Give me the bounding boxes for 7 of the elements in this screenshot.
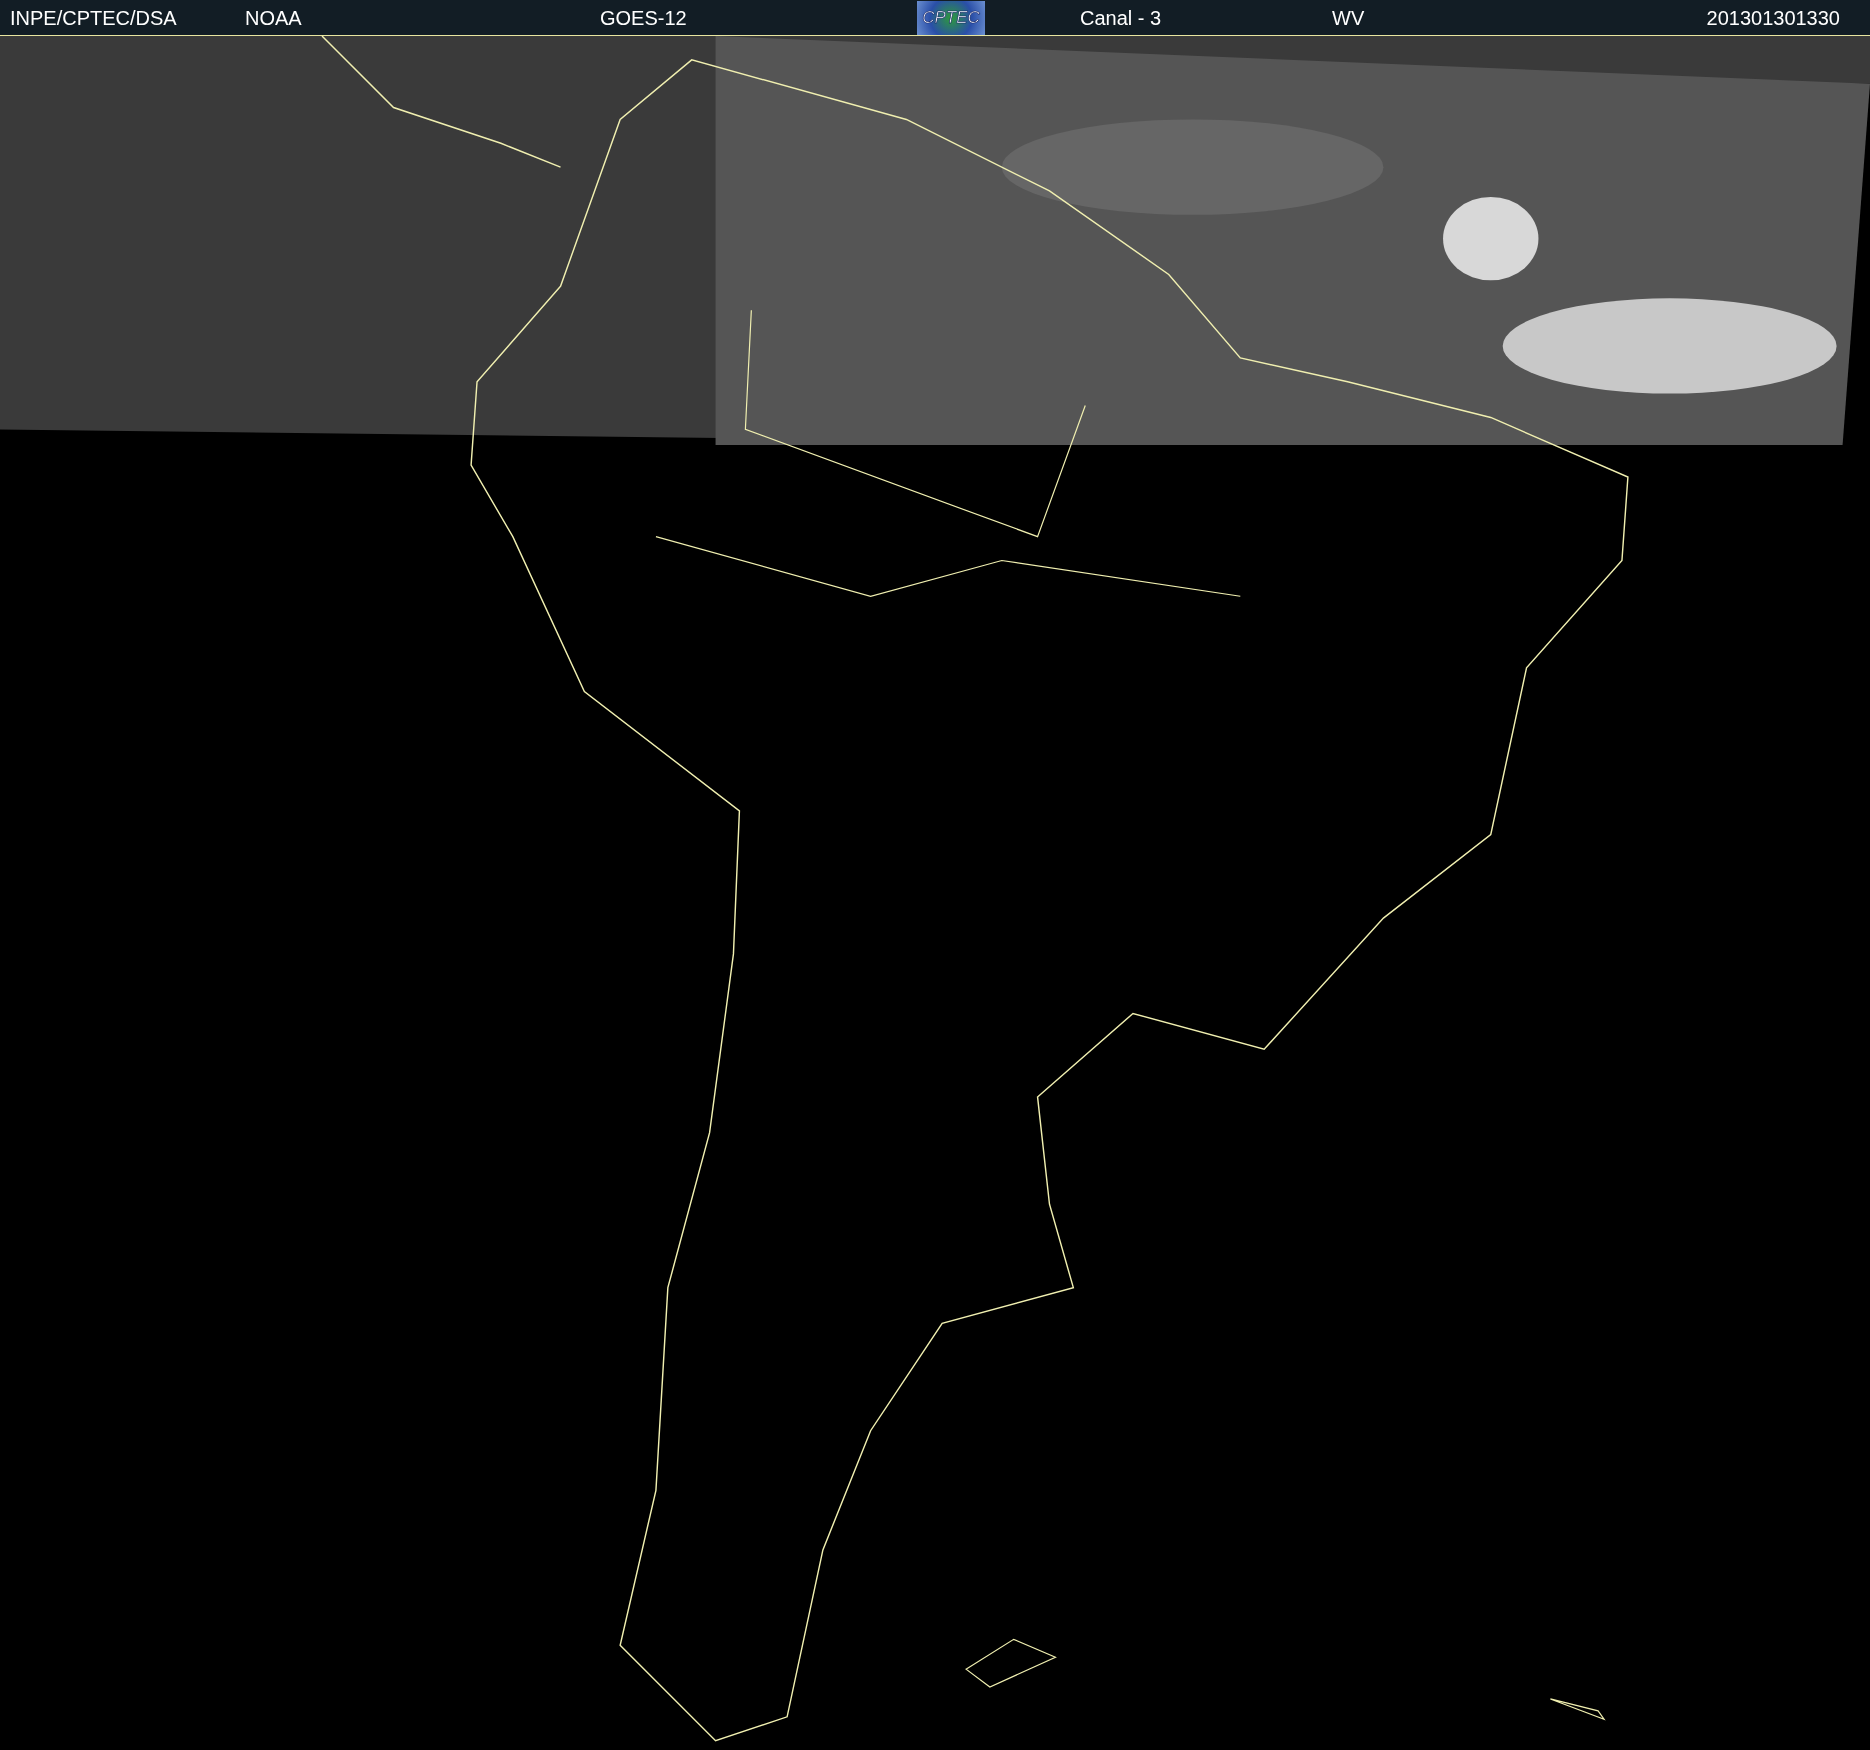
agency-label: INPE/CPTEC/DSA — [9, 5, 178, 31]
channel-label: Canal - 3 — [1079, 5, 1163, 31]
source-label: NOAA — [245, 5, 303, 31]
band-label: WV — [1332, 5, 1366, 31]
logo: CPTEC — [917, 0, 985, 35]
timestamp-label: 201301301330 — [1705, 5, 1841, 31]
satellite-label: GOES-12 — [600, 5, 688, 31]
